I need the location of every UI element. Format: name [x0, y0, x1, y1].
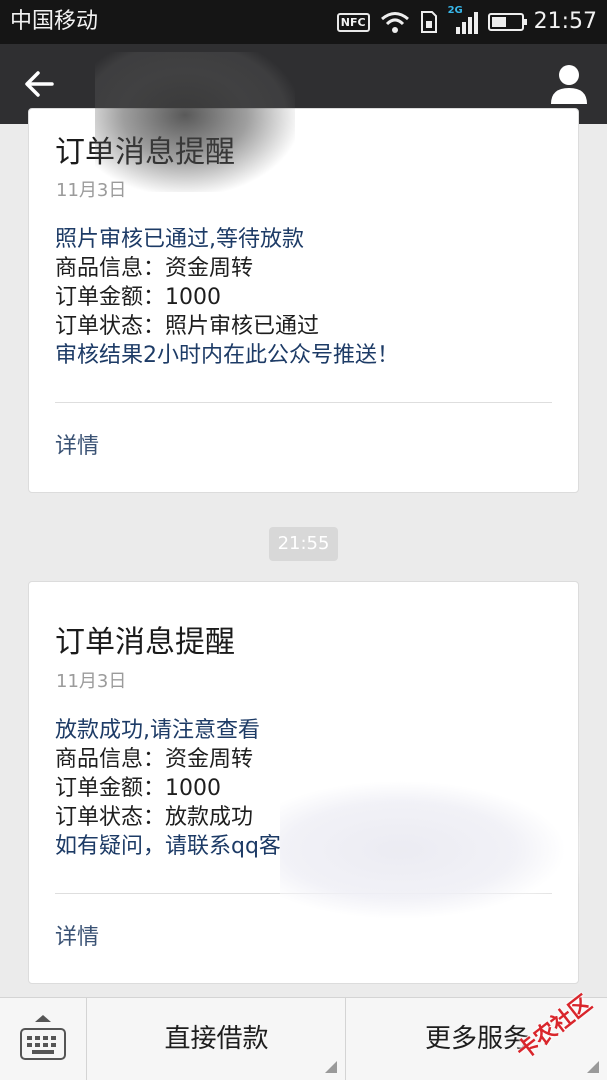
card-body: 放款成功,请注意查看 商品信息：资金周转 订单金额：1000 订单状态：放款成功… [55, 716, 558, 861]
card-date: 11月3日 [56, 180, 127, 201]
keyboard-toggle-button[interactable] [0, 998, 87, 1080]
sim-card-icon [420, 11, 437, 33]
wifi-icon [380, 12, 409, 33]
time-separator: 21:55 [269, 527, 338, 561]
status-bar: 中国移动 NFC 2G 21:57 [0, 0, 607, 44]
card-divider [55, 402, 552, 403]
card-remark-line: 如有疑问，请联系qq客 [55, 834, 281, 859]
bottom-menu-bar: 直接借款 更多服务 [0, 997, 607, 1080]
order-amount-line: 订单金额：1000 [55, 776, 221, 801]
details-link[interactable]: 详情 [55, 923, 99, 953]
card-date: 11月3日 [56, 671, 127, 692]
card-summary-line: 放款成功,请注意查看 [55, 718, 260, 743]
caret-up-icon [35, 1015, 51, 1022]
nfc-icon: NFC [336, 12, 370, 32]
order-amount-line: 订单金额：1000 [55, 285, 221, 310]
more-services-menu[interactable]: 更多服务 [347, 998, 607, 1080]
direct-loan-label: 直接借款 [164, 1024, 269, 1054]
signal-strength: 2G [448, 5, 478, 35]
order-message-card[interactable]: 订单消息提醒 11月3日 放款成功,请注意查看 商品信息：资金周转 订单金额：1… [28, 581, 579, 984]
product-info-line: 商品信息：资金周转 [55, 256, 254, 281]
order-status-line: 订单状态：照片审核已通过 [55, 314, 320, 339]
card-title: 订单消息提醒 [55, 625, 235, 660]
details-link[interactable]: 详情 [55, 432, 99, 462]
card-body: 照片审核已通过,等待放款 商品信息：资金周转 订单金额：1000 订单状态：照片… [55, 225, 558, 370]
card-remark-line: 审核结果2小时内在此公众号推送！ [55, 343, 399, 368]
status-time: 21:57 [533, 9, 597, 34]
profile-icon[interactable] [549, 62, 589, 106]
more-services-label: 更多服务 [424, 1024, 529, 1054]
order-message-card[interactable]: 订单消息提醒 11月3日 照片审核已通过,等待放款 商品信息：资金周转 订单金额… [28, 108, 579, 493]
keyboard-icon [20, 1028, 66, 1060]
submenu-indicator-icon [325, 1061, 337, 1073]
direct-loan-menu[interactable]: 直接借款 [88, 998, 346, 1080]
card-summary-line: 照片审核已通过,等待放款 [55, 227, 304, 252]
submenu-indicator-icon [587, 1061, 599, 1073]
product-info-line: 商品信息：资金周转 [55, 747, 254, 772]
order-status-line: 订单状态：放款成功 [55, 805, 254, 830]
signal-bars-icon [455, 12, 478, 34]
back-arrow-icon[interactable] [22, 66, 62, 102]
battery-icon [487, 13, 527, 31]
card-title: 订单消息提醒 [55, 135, 235, 170]
carrier-name: 中国移动 [10, 9, 99, 34]
card-divider [55, 893, 552, 894]
status-icons: NFC 2G 21:57 [336, 5, 597, 38]
